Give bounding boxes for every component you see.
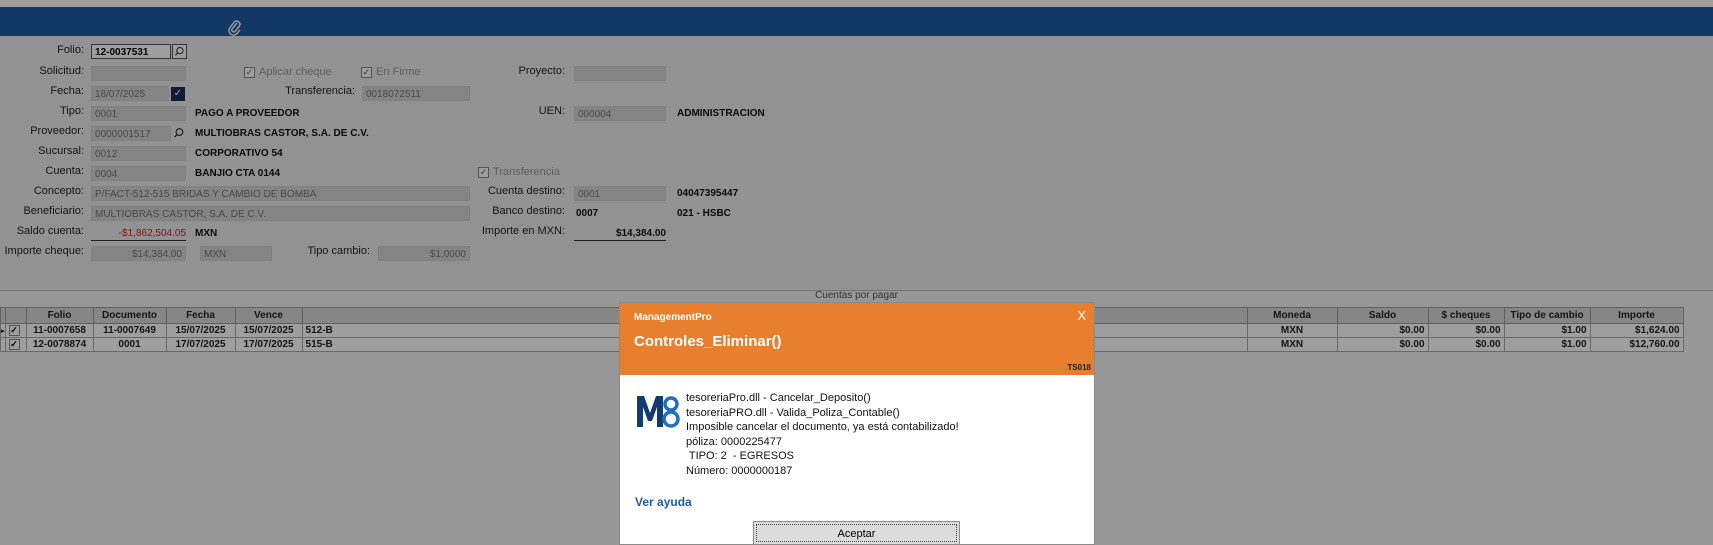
close-icon[interactable]: X [1077, 308, 1086, 323]
help-link[interactable]: Ver ayuda [635, 495, 692, 509]
aceptar-button[interactable]: Aceptar [753, 521, 960, 545]
dialog-app-name: ManagementPro [634, 312, 712, 323]
dialog-title: Controles_Eliminar() [634, 333, 782, 350]
dialog-header: ManagementPro X Controles_Eliminar() TS0… [620, 303, 1094, 375]
app-logo-icon [637, 396, 680, 428]
dialog-code: TS018 [1067, 363, 1091, 372]
error-dialog: ManagementPro X Controles_Eliminar() TS0… [619, 302, 1095, 545]
aceptar-button-label: Aceptar [756, 524, 957, 542]
dialog-message: tesoreriaPro.dll - Cancelar_Deposito() t… [686, 392, 959, 477]
